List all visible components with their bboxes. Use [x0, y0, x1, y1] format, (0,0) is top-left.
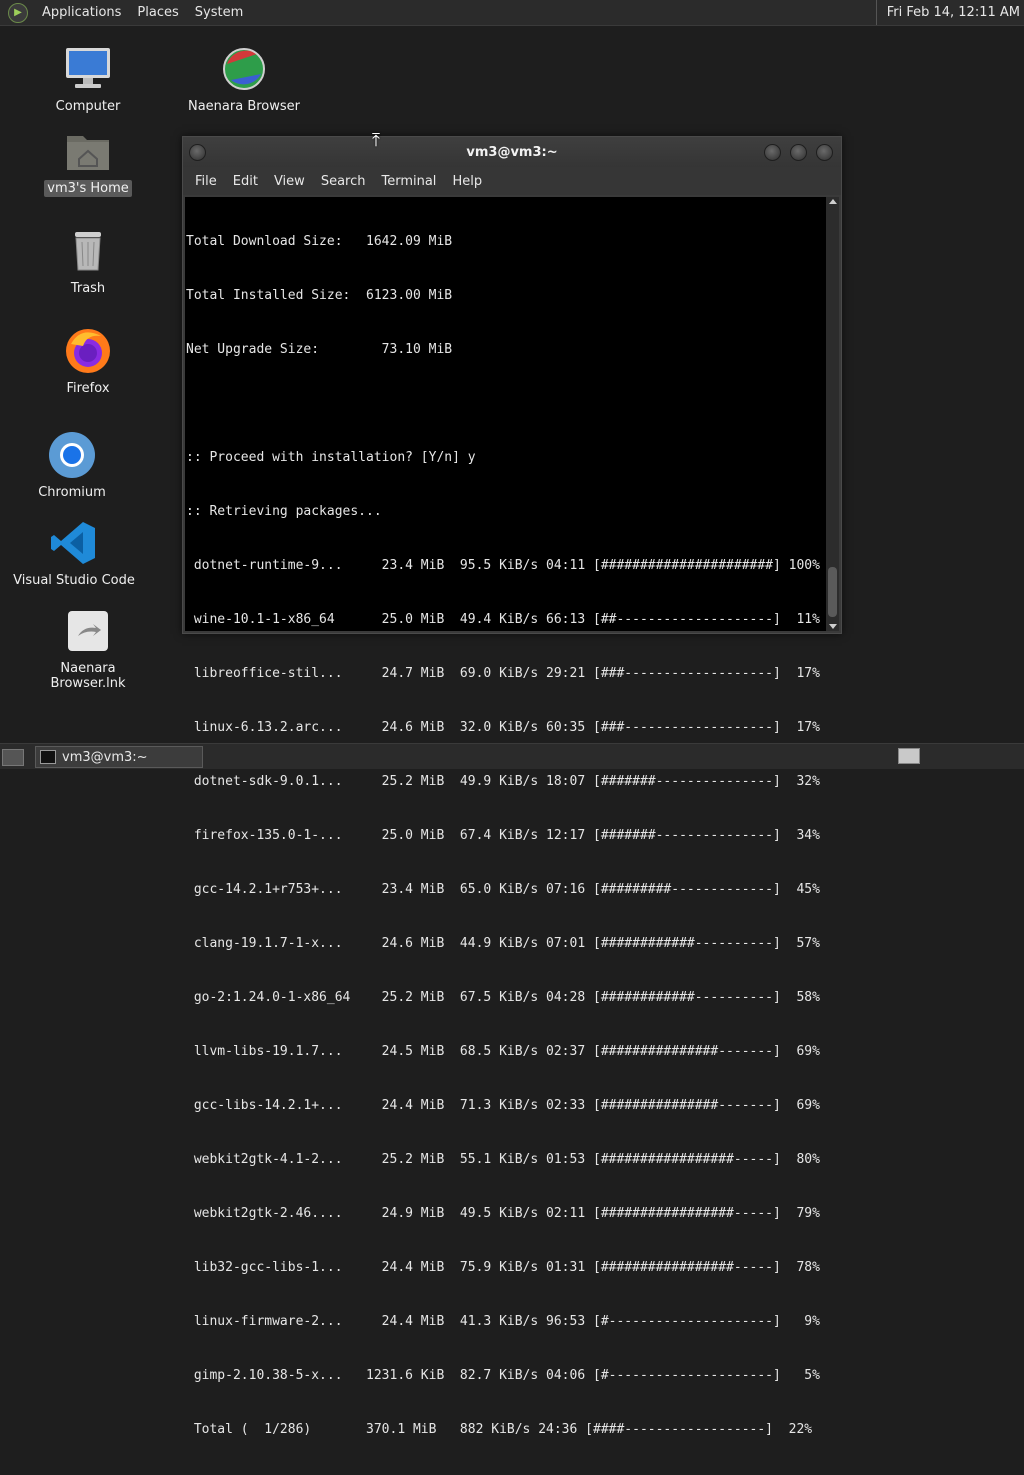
- package-line: gimp-2.10.38-5-x... 1231.6 KiB 82.7 KiB/…: [186, 1368, 820, 1383]
- terminal-output[interactable]: Total Download Size: 1642.09 MiB Total I…: [185, 197, 839, 1437]
- terminal-line: Net Upgrade Size: 73.10 MiB: [186, 342, 453, 357]
- window-titlebar[interactable]: vm3@vm3:~: [183, 137, 841, 167]
- chromium-icon: [47, 430, 97, 480]
- desktop-icon-label: Firefox: [66, 381, 110, 396]
- package-line: dotnet-sdk-9.0.1... 25.2 MiB 49.9 KiB/s …: [186, 774, 820, 789]
- scroll-up-icon[interactable]: [829, 199, 837, 204]
- desktop-icon-label: Trash: [70, 281, 106, 296]
- scroll-down-icon[interactable]: [829, 624, 837, 629]
- menu-system[interactable]: System: [187, 5, 251, 20]
- package-line: clang-19.1.7-1-x... 24.6 MiB 44.9 KiB/s …: [186, 936, 820, 951]
- naenara-browser-icon: [219, 44, 269, 94]
- menu-places[interactable]: Places: [129, 5, 186, 20]
- close-button[interactable]: [816, 144, 833, 161]
- terminal-text: Total Download Size: 1642.09 MiB Total I…: [186, 197, 823, 1475]
- terminal-icon: [40, 750, 56, 764]
- menu-terminal[interactable]: Terminal: [373, 174, 444, 189]
- desktop-icon-label: Computer: [55, 99, 121, 114]
- terminal-scrollbar[interactable]: [826, 197, 839, 631]
- package-line: gcc-libs-14.2.1+... 24.4 MiB 71.3 KiB/s …: [186, 1098, 820, 1113]
- computer-icon: [63, 44, 113, 94]
- mouse-cursor-icon: ⤒: [372, 130, 380, 151]
- desktop-icon-label: Naenara Browser: [187, 99, 301, 114]
- desktop-icon-home[interactable]: vm3's Home: [23, 126, 153, 197]
- package-line: webkit2gtk-4.1-2... 25.2 MiB 55.1 KiB/s …: [186, 1152, 820, 1167]
- desktop-icon-label: Chromium: [38, 485, 106, 500]
- desktop-icon-naenara-lnk[interactable]: Naenara Browser.lnk: [23, 606, 153, 692]
- desktop-icon-computer[interactable]: Computer: [23, 44, 153, 115]
- terminal-menubar: File Edit View Search Terminal Help: [183, 167, 841, 195]
- package-line: libreoffice-stil... 24.7 MiB 69.0 KiB/s …: [186, 666, 820, 681]
- menu-file[interactable]: File: [187, 174, 225, 189]
- desktop-icon-chromium[interactable]: Chromium: [7, 430, 137, 501]
- shortcut-icon: [63, 606, 113, 656]
- desktop-icon-vscode[interactable]: Visual Studio Code: [9, 518, 139, 589]
- window-menu-button[interactable]: [189, 144, 206, 161]
- terminal-line: :: Retrieving packages...: [186, 504, 382, 519]
- terminal-window[interactable]: vm3@vm3:~ File Edit View Search Terminal…: [182, 136, 842, 1437]
- package-line: llvm-libs-19.1.7... 24.5 MiB 68.5 KiB/s …: [186, 1044, 820, 1059]
- terminal-line: :: Proceed with installation? [Y/n] y: [186, 450, 476, 465]
- desktop-icon-label: Naenara Browser.lnk: [50, 661, 126, 691]
- trash-icon: [63, 226, 113, 276]
- package-line: wine-10.1-1-x86_64 25.0 MiB 49.4 KiB/s 6…: [186, 612, 820, 627]
- window-title: vm3@vm3:~: [466, 144, 558, 160]
- package-line: linux-6.13.2.arc... 24.6 MiB 32.0 KiB/s …: [186, 720, 820, 735]
- scrollbar-thumb[interactable]: [828, 567, 837, 617]
- workspace-switcher[interactable]: [898, 748, 920, 764]
- menu-edit[interactable]: Edit: [225, 174, 266, 189]
- show-desktop-icon[interactable]: [2, 749, 24, 766]
- menu-help[interactable]: Help: [444, 174, 490, 189]
- taskbar-window-button[interactable]: vm3@vm3:~: [35, 746, 203, 768]
- package-line-total: Total ( 1/286) 370.1 MiB 882 KiB/s 24:36…: [186, 1422, 813, 1437]
- desktop-icon-label: vm3's Home: [44, 180, 132, 197]
- desktop-icon-trash[interactable]: Trash: [23, 226, 153, 297]
- desktop-icon-firefox[interactable]: Firefox: [23, 326, 153, 397]
- firefox-icon: [63, 326, 113, 376]
- terminal-line: Total Installed Size: 6123.00 MiB: [186, 288, 453, 303]
- minimize-button[interactable]: [764, 144, 781, 161]
- terminal-line: ​: [186, 395, 823, 413]
- package-line: gcc-14.2.1+r753+... 23.4 MiB 65.0 KiB/s …: [186, 882, 820, 897]
- terminal-line: Total Download Size: 1642.09 MiB: [186, 234, 453, 249]
- maximize-button[interactable]: [790, 144, 807, 161]
- bottom-panel: vm3@vm3:~: [0, 743, 1024, 769]
- menu-search[interactable]: Search: [313, 174, 374, 189]
- desktop-icon-label: Visual Studio Code: [13, 573, 135, 588]
- desktop-icon-naenara-browser[interactable]: Naenara Browser: [179, 44, 309, 115]
- vscode-icon: [49, 518, 99, 568]
- package-line: linux-firmware-2... 24.4 MiB 41.3 KiB/s …: [186, 1314, 820, 1329]
- home-folder-icon: [63, 126, 113, 176]
- package-line: firefox-135.0-1-... 25.0 MiB 67.4 KiB/s …: [186, 828, 820, 843]
- package-line: go-2:1.24.0-1-x86_64 25.2 MiB 67.5 KiB/s…: [186, 990, 820, 1005]
- top-panel: ▶ Applications Places System Fri Feb 14,…: [0, 0, 1024, 26]
- menu-applications[interactable]: Applications: [34, 5, 129, 20]
- package-line: lib32-gcc-libs-1... 24.4 MiB 75.9 KiB/s …: [186, 1260, 820, 1275]
- taskbar-window-label: vm3@vm3:~: [62, 749, 148, 765]
- clock[interactable]: Fri Feb 14, 12:11 AM: [875, 0, 1024, 25]
- package-line: webkit2gtk-2.46.... 24.9 MiB 49.5 KiB/s …: [186, 1206, 820, 1221]
- distro-logo-icon[interactable]: ▶: [8, 2, 28, 23]
- menu-view[interactable]: View: [266, 174, 313, 189]
- package-line: dotnet-runtime-9... 23.4 MiB 95.5 KiB/s …: [186, 558, 820, 573]
